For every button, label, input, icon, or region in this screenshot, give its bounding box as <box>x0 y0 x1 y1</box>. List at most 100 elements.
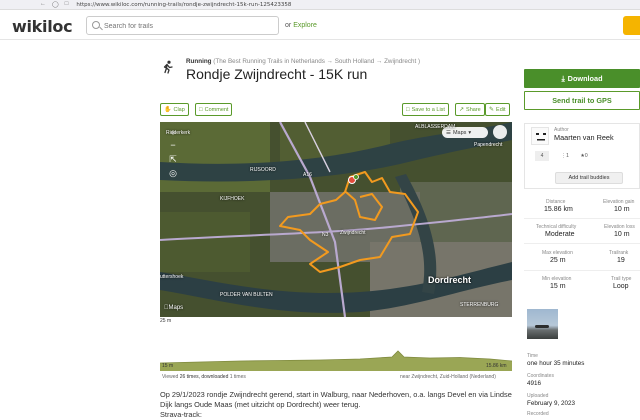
site-header: wikiloc or Explore <box>0 10 640 40</box>
stat-difficulty-value: Moderate <box>545 231 575 238</box>
description-text: Op 29/1/2023 rondje Zwijndrecht gerend, … <box>160 390 512 409</box>
trail-photo[interactable] <box>527 309 558 339</box>
chevron-down-icon: ▾ <box>468 129 472 136</box>
map-label-alblasserdam: ALBLASSERDAM <box>415 124 456 130</box>
map-scale: 25 m <box>160 318 172 324</box>
edit-label: Edit <box>496 106 506 113</box>
trail-description: Op 29/1/2023 rondje Zwijndrecht gerend, … <box>160 390 515 420</box>
header-cta-button[interactable] <box>623 16 640 35</box>
back-icon[interactable]: ← <box>40 1 46 8</box>
edit-button[interactable]: ✎ Edit <box>485 103 510 116</box>
author-name[interactable]: Maarten van Reek <box>554 133 614 142</box>
elevation-distance: 15.86 km <box>486 363 507 369</box>
map-label-kijfhoek: KIJFHOEK <box>220 196 245 202</box>
viewed-prefix: Viewed <box>162 374 179 380</box>
breadcrumb-path[interactable]: (The Best Running Trails in Netherlands … <box>213 58 420 65</box>
logo-text: wikiloc <box>12 17 73 36</box>
stats-divider <box>524 243 640 244</box>
map-label-puttershoek: uttershoek <box>160 274 184 280</box>
explore-link[interactable]: Explore <box>293 22 317 29</box>
following-count[interactable]: ★ 0 <box>577 151 591 161</box>
add-trail-buddies-button[interactable]: Add trail buddies <box>555 172 623 184</box>
uploaded-key: Uploaded <box>527 393 549 399</box>
fullscreen-icon[interactable]: ⇱ <box>168 154 178 164</box>
stat-max-value: 25 m <box>550 257 566 264</box>
elevation-min: 15 m <box>162 363 174 369</box>
map-label-zwijndrecht: Zwijndrecht <box>340 230 366 236</box>
stat-distance-value: 15.86 km <box>544 206 573 213</box>
clap-button[interactable]: ✋ Clap <box>160 103 189 116</box>
stat-min-key: Min elevation <box>542 276 572 282</box>
followers-count[interactable]: ⋮ 1 <box>557 151 573 161</box>
share-label: Share <box>466 106 481 113</box>
locate-icon[interactable]: ◎ <box>168 168 178 178</box>
maps-label: Maps <box>452 129 467 136</box>
map-label-highway2: N3 <box>322 232 329 238</box>
stat-difficulty-key: Technical difficulty <box>536 224 577 230</box>
trail-map[interactable]: + − ⇱ ◎ ☰ Maps ▾ Papendrecht ALBLASSERDA… <box>160 122 512 317</box>
map-label-dordrecht: Dordrecht <box>428 275 472 285</box>
map-label-papendrecht: Papendrecht <box>474 142 503 148</box>
activity-type[interactable]: Running <box>186 58 212 65</box>
compass-icon[interactable] <box>493 125 507 139</box>
share-icon: ↗ <box>459 107 465 113</box>
stat-max-key: Max elevation <box>542 250 573 256</box>
comment-icon: □ <box>199 106 203 113</box>
stat-loss-value: 10 m <box>614 231 630 238</box>
send-to-gps-button[interactable]: Send trail to GPS <box>524 91 640 110</box>
comment-label: Comment <box>204 106 229 113</box>
search-icon <box>92 21 100 29</box>
stat-type-value: Loop <box>613 283 629 290</box>
search-input[interactable] <box>104 19 274 33</box>
save-to-list-button[interactable]: □ Save to a List <box>402 103 449 116</box>
stat-gain-key: Elevation gain <box>603 199 635 205</box>
bookmark-icon: □ <box>406 106 410 113</box>
stat-distance-key: Distance <box>546 199 566 205</box>
avatar-face-icon <box>536 133 546 141</box>
author-card: Author Maarten van Reek 4 ⋮ 1 ★ 0 Add trai… <box>524 123 640 189</box>
uploaded-value: February 9, 2023 <box>527 400 575 407</box>
edit-icon: ✎ <box>489 107 495 113</box>
breadcrumb: Running (The Best Running Trails in Neth… <box>186 58 420 65</box>
layers-icon: ☰ <box>446 129 451 136</box>
coordinates-key: Coordinates <box>527 373 554 379</box>
browser-toolbar: ← ◯ □ https://www.wikiloc.com/running-tr… <box>0 0 640 10</box>
stats-divider <box>524 218 640 219</box>
stats-divider <box>524 270 640 271</box>
avatar[interactable] <box>531 127 549 145</box>
map-label-rijsoord: RIJSOORD <box>250 167 276 173</box>
comment-button[interactable]: □ Comment <box>195 103 233 116</box>
map-canvas <box>160 122 512 317</box>
search-box[interactable] <box>86 16 279 35</box>
download-icon: ⤓ <box>561 73 565 83</box>
send-label: Send trail to GPS <box>552 96 612 105</box>
stat-min-value: 15 m <box>550 283 566 290</box>
shield-icon[interactable]: ◯ <box>52 1 59 8</box>
share-button[interactable]: ↗ Share <box>455 103 485 116</box>
view-stats: Viewed 26 times, downloaded 1 times <box>162 374 246 380</box>
map-label-polder: POLDER VAN BULTEN <box>220 292 273 298</box>
stat-type-key: Trail type <box>611 276 632 282</box>
page-title: Rondje Zwijndrecht - 15K run <box>186 66 368 82</box>
stat-loss-key: Elevation loss <box>604 224 635 230</box>
viewed-count: 26 times, <box>179 374 200 380</box>
wikiloc-logo[interactable]: wikiloc <box>12 17 73 36</box>
download-button[interactable]: ⤓ Download <box>524 69 640 88</box>
elevation-profile[interactable] <box>160 345 512 371</box>
stat-trailrank-key: Trailrank <box>609 250 629 256</box>
browser-nav: ← ◯ □ <box>40 1 68 8</box>
zoom-out-button[interactable]: − <box>168 140 178 150</box>
trail-location: near Zwijndrecht, Zuid-Holland (Nederlan… <box>400 374 496 380</box>
running-icon <box>163 60 173 74</box>
stat-trailrank-value: 19 <box>617 257 625 264</box>
downloaded-label: downloaded <box>201 374 229 380</box>
address-bar[interactable]: https://www.wikiloc.com/running-trails/r… <box>76 2 291 8</box>
explore-link-wrap: or Explore <box>285 22 317 29</box>
lock-icon[interactable]: □ <box>65 1 69 8</box>
time-value: one hour 35 minutes <box>527 360 585 367</box>
time-key: Time <box>527 353 538 359</box>
explore-prefix: or <box>285 22 292 29</box>
trails-count[interactable]: 4 <box>535 151 549 161</box>
download-label: Download <box>567 74 603 83</box>
map-attribution: Maps <box>164 305 183 311</box>
